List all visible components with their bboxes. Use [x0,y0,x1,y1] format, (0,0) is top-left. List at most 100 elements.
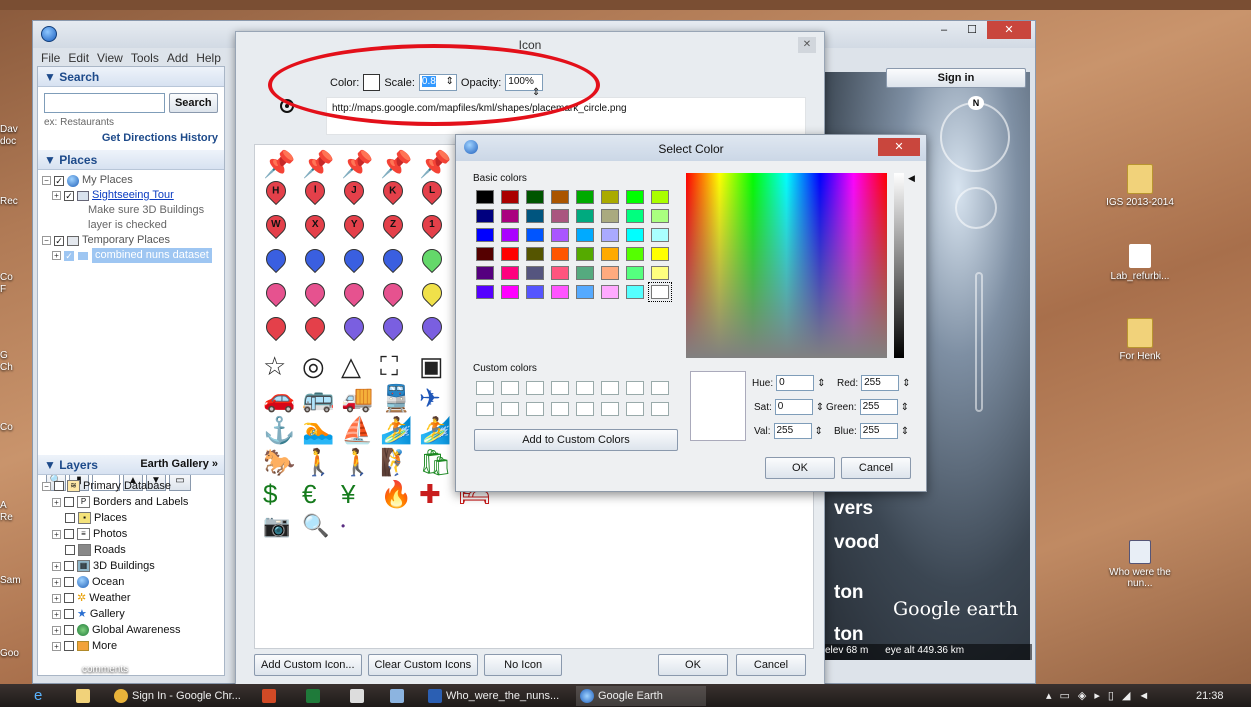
desktop-icon-kmz[interactable]: Who were the nun... [1105,540,1175,589]
collapse-icon[interactable]: − [42,176,51,185]
basic-color-swatch[interactable] [601,247,619,261]
basic-color-swatch[interactable] [526,247,544,261]
shape-icon[interactable]: 🚆 [380,385,412,411]
sign-in-button[interactable]: Sign in [886,68,1026,88]
menu-help[interactable]: Help [196,51,221,65]
shape-icon[interactable]: 🚌 [302,385,334,411]
checkbox[interactable]: ✓ [64,250,74,261]
minimize-button[interactable]: – [931,21,957,39]
green-field[interactable]: 255 [859,399,898,415]
close-icon[interactable]: ✕ [878,138,920,156]
basic-color-swatch[interactable] [526,209,544,223]
basic-color-swatch[interactable] [476,247,494,261]
basic-color-swatch[interactable] [501,228,519,242]
placemark-pin-icon[interactable] [417,244,447,275]
sightseeing-tour-link[interactable]: Sightseeing Tour [92,188,174,203]
letter-pin-icon[interactable]: K [378,176,408,207]
basic-color-swatch[interactable] [526,285,544,299]
custom-color-swatch[interactable] [526,381,544,395]
letter-pin-icon[interactable]: X [300,210,330,241]
layer-borders[interactable]: Borders and Labels [93,494,188,510]
letter-pin-icon[interactable]: Z [378,210,408,241]
layer-3d-buildings[interactable]: 3D Buildings [93,558,155,574]
menu-tools[interactable]: Tools [131,51,159,65]
shape-icon[interactable]: ✈ [419,385,441,411]
basic-color-swatch[interactable] [601,228,619,242]
shape-icon[interactable]: ⚓ [263,417,295,443]
checkbox[interactable] [65,545,75,555]
compass-ring[interactable] [940,102,1010,172]
clear-custom-icons-button[interactable]: Clear Custom Icons [367,654,479,676]
taskbar-chrome[interactable]: Sign In - Google Chr... [114,686,244,706]
custom-color-swatch[interactable] [576,381,594,395]
placemark-pin-icon[interactable] [417,312,447,343]
maximize-button[interactable]: ☐ [959,21,985,39]
shape-icon[interactable]: 🛍 [419,449,452,475]
shape-icon[interactable]: △ [341,353,361,379]
luminance-slider[interactable] [894,173,904,358]
basic-color-swatch[interactable] [501,190,519,204]
letter-pin-icon[interactable]: Y [339,210,369,241]
checkbox[interactable] [64,561,74,571]
shape-icon[interactable]: € [302,481,316,507]
letter-pin-icon[interactable]: W [261,210,291,241]
menu-file[interactable]: File [41,51,60,65]
expand-icon[interactable]: + [52,497,61,507]
placemark-pin-icon[interactable] [261,244,291,275]
color-cancel-button[interactable]: Cancel [841,457,911,479]
layers-title[interactable]: ▼ Layers [44,458,98,472]
luminance-arrow-icon[interactable]: ◀ [908,173,915,184]
placemark-pin-icon[interactable] [300,244,330,275]
placemark-pin-icon[interactable] [339,312,369,343]
app-icon[interactable] [350,686,368,706]
shape-icon[interactable]: 🏄 [380,417,412,443]
app-icon[interactable] [390,686,408,706]
basic-color-swatch[interactable] [551,190,569,204]
custom-color-swatch[interactable] [501,381,519,395]
explorer-icon[interactable] [76,686,94,706]
checkbox[interactable] [54,481,64,491]
placemark-pin-icon[interactable] [300,312,330,343]
pushpin-icon[interactable]: 📌 [380,151,412,177]
basic-color-swatch[interactable] [576,209,594,223]
pushpin-icon[interactable]: 📌 [263,151,295,177]
custom-color-swatch[interactable] [501,402,519,416]
search-panel-header[interactable]: ▼ Search [38,67,224,87]
basic-color-swatch[interactable] [651,247,669,261]
letter-pin-icon[interactable]: 1 [417,210,447,241]
layer-photos[interactable]: Photos [93,526,127,542]
shape-icon[interactable]: 🚚 [341,385,373,411]
ie-icon[interactable]: e [34,686,42,706]
basic-color-swatch[interactable] [526,228,544,242]
layer-more[interactable]: More [92,638,117,654]
checkbox[interactable] [64,609,74,619]
desktop-icon-igs[interactable]: IGS 2013-2014 [1105,164,1175,208]
basic-color-swatch[interactable] [576,285,594,299]
basic-color-swatch[interactable] [601,266,619,280]
basic-color-swatch[interactable] [626,190,644,204]
checkbox[interactable] [64,497,74,507]
spinner-icon[interactable]: ⇕ [815,426,823,437]
expand-icon[interactable]: + [52,191,61,200]
search-button[interactable]: Search [168,93,218,113]
shape-icon[interactable]: 📷 [263,513,290,539]
close-button[interactable]: ✕ [987,21,1031,39]
shape-icon[interactable]: 🔍 [302,513,329,539]
basic-color-swatch[interactable] [476,285,494,299]
placemark-pin-icon[interactable] [300,278,330,309]
basic-color-swatch[interactable] [476,228,494,242]
red-field[interactable]: 255 [861,375,900,391]
basic-color-swatch[interactable] [551,209,569,223]
basic-color-swatch[interactable] [626,209,644,223]
basic-color-swatch[interactable] [576,247,594,261]
expand-icon[interactable]: + [52,641,61,651]
combined-nuns-dataset[interactable]: combined nuns dataset [92,248,212,263]
basic-color-swatch[interactable] [601,285,619,299]
basic-color-swatch[interactable] [551,266,569,280]
custom-color-swatch[interactable] [476,381,494,395]
spinner-icon[interactable]: ⇕ [817,378,825,389]
placemark-pin-icon[interactable] [339,244,369,275]
shape-icon[interactable]: 🔥 [380,481,412,507]
basic-color-swatch[interactable] [651,228,669,242]
places-panel-header[interactable]: ▼ Places [38,150,224,170]
